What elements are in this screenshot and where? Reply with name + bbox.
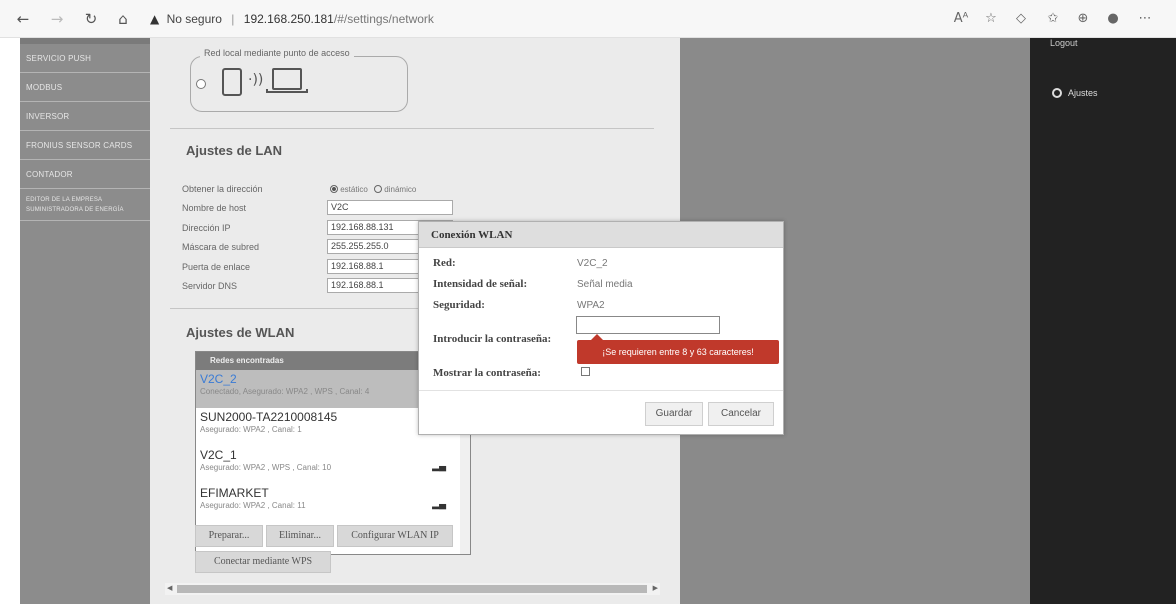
browser-toolbar: ← → ↻ ⌂ ▲ No seguro | 192.168.250.181/#/… [0,0,1176,38]
address-separator: | [231,12,235,26]
static-radio-label: estático [340,185,368,194]
prepare-button[interactable]: Preparar... [195,525,263,547]
scroll-left-icon[interactable]: ◀ [167,583,172,595]
password-label: Introducir la contraseña: [433,333,552,345]
extensions-icon[interactable]: ◇ [1012,10,1030,28]
subnet-label: Máscara de subred [182,242,260,252]
network-value: V2C_2 [577,258,608,269]
address-mode-radios: estático dinámico [330,185,416,194]
show-password-label: Mostrar la contraseña: [433,367,541,379]
back-icon[interactable]: ← [14,10,32,28]
gateway-label: Puerta de enlace [182,262,251,272]
divider [170,128,654,129]
access-point-radio[interactable] [196,79,206,89]
network-name: EFIMARKET [200,486,269,500]
logout-link[interactable]: Logout [1050,38,1078,48]
ajustes-link[interactable]: Ajustes [1052,88,1098,98]
collections-icon[interactable]: ⊕ [1074,10,1092,28]
sidebar-item-inversor[interactable]: INVERSOR [20,102,150,131]
laptop-icon [272,68,302,90]
access-point-label: Red local mediante punto de acceso [200,48,354,58]
gear-icon [1052,88,1062,98]
address-label: Obtener la dirección [182,184,263,194]
connect-wps-button[interactable]: Conectar mediante WPS [195,551,331,573]
show-password-checkbox[interactable] [581,367,590,376]
right-panel: Logout Ajustes [1030,38,1176,604]
sidebar-item-sensor-cards[interactable]: FRONIUS SENSOR CARDS [20,131,150,160]
url-path: /#/settings/network [333,12,434,26]
profile-icon[interactable]: ● [1104,10,1122,28]
dynamic-radio-label: dinámico [384,185,417,194]
wifi-signal-icon: ·)) [248,72,264,88]
sidebar-item-contador[interactable]: CONTADOR [20,160,150,189]
wlan-connection-dialog: Conexión WLAN Red: V2C_2 Intensidad de s… [418,221,784,435]
horizontal-scrollbar[interactable]: ◀ ▶ [165,583,660,595]
hostname-label: Nombre de host [182,203,247,213]
dynamic-radio[interactable] [374,185,383,193]
cancel-button[interactable]: Cancelar [708,402,774,426]
signal-label: Intensidad de señal: [433,278,528,290]
scrollbar-thumb[interactable] [177,585,647,593]
network-label: Red: [433,257,456,269]
home-icon[interactable]: ⌂ [114,10,132,28]
static-radio[interactable] [330,185,338,193]
network-info: Asegurado: WPA2 , Canal: 11 [200,501,306,510]
dns-label: Servidor DNS [182,281,238,291]
sidebar-item-push[interactable]: SERVICIO PUSH [20,44,150,73]
password-input[interactable] [576,316,720,334]
refresh-icon[interactable]: ↻ [82,10,100,28]
read-aloud-icon[interactable]: Aᴬ [952,10,970,28]
wlan-section-title: Ajustes de WLAN [186,325,295,340]
address-bar[interactable]: ▲ No seguro | 192.168.250.181/#/settings… [150,6,940,32]
security-label: No seguro [166,12,222,26]
dialog-title: Conexión WLAN [419,222,783,248]
delete-button[interactable]: Eliminar... [266,525,334,547]
hostname-input[interactable]: V2C [327,200,453,215]
network-name: V2C_1 [200,448,237,462]
dialog-footer-divider [419,390,783,391]
favorites-icon[interactable]: ✩ [1044,10,1062,28]
signal-value: Señal media [577,279,633,290]
save-button[interactable]: Guardar [645,402,703,426]
signal-strength-icon: ▂▄ [432,500,446,510]
ajustes-label: Ajustes [1068,88,1098,98]
lan-section-title: Ajustes de LAN [186,143,283,158]
more-icon[interactable]: ⋯ [1136,10,1154,28]
warning-icon: ▲ [150,12,160,26]
ip-label: Dirección IP [182,223,231,233]
laptop-base-icon [266,89,308,93]
sidebar: SERVICIO PUSH MODBUS INVERSOR FRONIUS SE… [20,38,150,604]
password-error-tooltip: ¡Se requieren entre 8 y 63 caracteres! [577,334,779,364]
security-label: Seguridad: [433,299,485,311]
device-icon [222,68,242,96]
security-value: WPA2 [577,300,605,311]
signal-strength-icon: ▂▄ [432,462,446,472]
left-gutter [0,38,20,604]
url-host: 192.168.250.181 [243,12,334,26]
configure-wlan-ip-button[interactable]: Configurar WLAN IP [337,525,453,547]
scroll-right-icon[interactable]: ▶ [653,583,658,595]
sidebar-item-modbus[interactable]: MODBUS [20,73,150,102]
favorite-star-icon[interactable]: ☆ [982,10,1000,28]
network-info: Asegurado: WPA2 , WPS , Canal: 10 [200,463,332,472]
list-item[interactable]: V2C_1 Asegurado: WPA2 , WPS , Canal: 10 … [196,446,470,484]
sidebar-item-editor[interactable]: EDITOR DE LA EMPRESA SUMINISTRADORA DE E… [20,189,150,221]
forward-icon[interactable]: → [48,10,66,28]
list-item[interactable]: EFIMARKET Asegurado: WPA2 , Canal: 11 ▂▄ [196,484,470,522]
